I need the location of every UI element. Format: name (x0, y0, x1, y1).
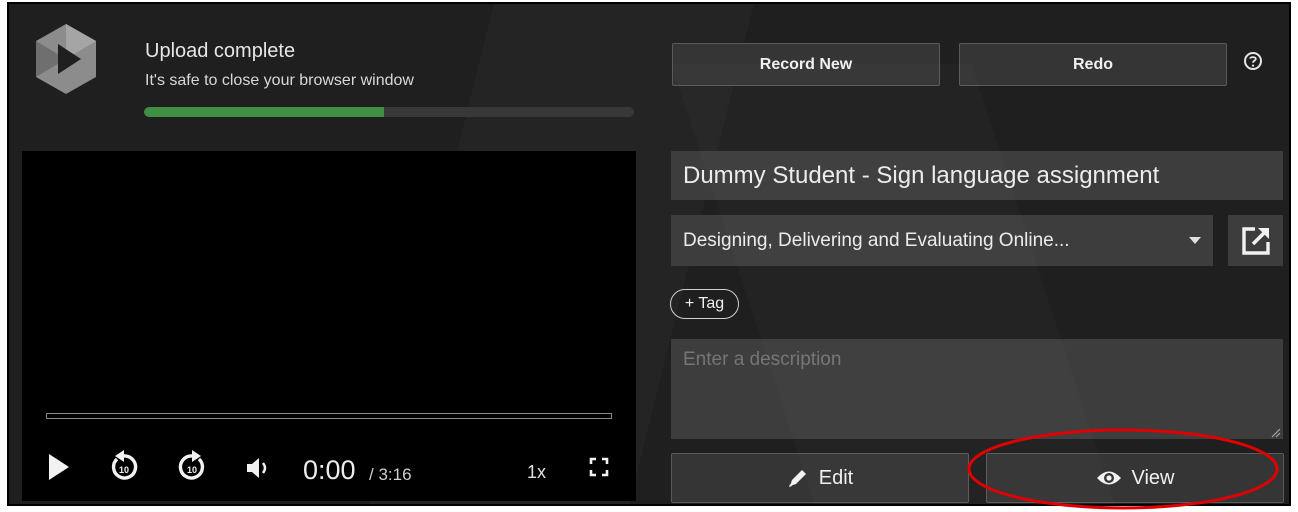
upload-status-title: Upload complete (145, 40, 296, 62)
upload-progress-fill (144, 107, 385, 117)
current-time: 0:00 (303, 455, 356, 485)
resize-grip-icon[interactable] (1271, 428, 1281, 438)
view-button-label: View (1131, 466, 1175, 489)
folder-select[interactable]: Designing, Delivering and Evaluating Onl… (671, 215, 1213, 266)
view-button[interactable]: View (986, 453, 1284, 503)
edit-button[interactable]: Edit (671, 453, 969, 503)
pencil-icon (788, 470, 806, 487)
help-circle-icon[interactable] (1243, 51, 1263, 71)
volume-icon[interactable] (245, 454, 271, 482)
playback-speed-button[interactable]: 1x (527, 462, 546, 483)
svg-text:10: 10 (187, 465, 197, 475)
eye-icon (1096, 471, 1121, 485)
video-player[interactable] (22, 151, 636, 501)
svg-text:10: 10 (119, 465, 129, 475)
fullscreen-icon[interactable] (589, 457, 609, 477)
add-tag-button[interactable]: + Tag (670, 289, 739, 319)
open-folder-button[interactable] (1228, 215, 1283, 266)
play-icon[interactable] (47, 452, 71, 482)
panopto-upload-panel: Upload complete It's safe to close your … (7, 2, 1291, 506)
total-duration: / 3:16 (369, 465, 412, 484)
external-link-icon (1241, 226, 1270, 255)
panopto-logo-icon (36, 24, 96, 94)
description-input[interactable] (671, 339, 1283, 439)
upload-status-subtitle: It's safe to close your browser window (145, 72, 414, 89)
chevron-down-icon (1189, 237, 1201, 244)
record-new-button[interactable]: Record New (672, 43, 940, 86)
edit-button-label: Edit (818, 466, 854, 489)
video-scrub-bar[interactable] (46, 413, 612, 419)
forward-10-icon[interactable]: 10 (177, 450, 207, 482)
rewind-10-icon[interactable]: 10 (109, 450, 139, 482)
session-title-input[interactable]: Dummy Student - Sign language assignment (671, 151, 1283, 200)
redo-button[interactable]: Redo (959, 43, 1227, 86)
upload-progress-bar (144, 107, 634, 117)
folder-select-value: Designing, Delivering and Evaluating Onl… (683, 229, 1070, 251)
